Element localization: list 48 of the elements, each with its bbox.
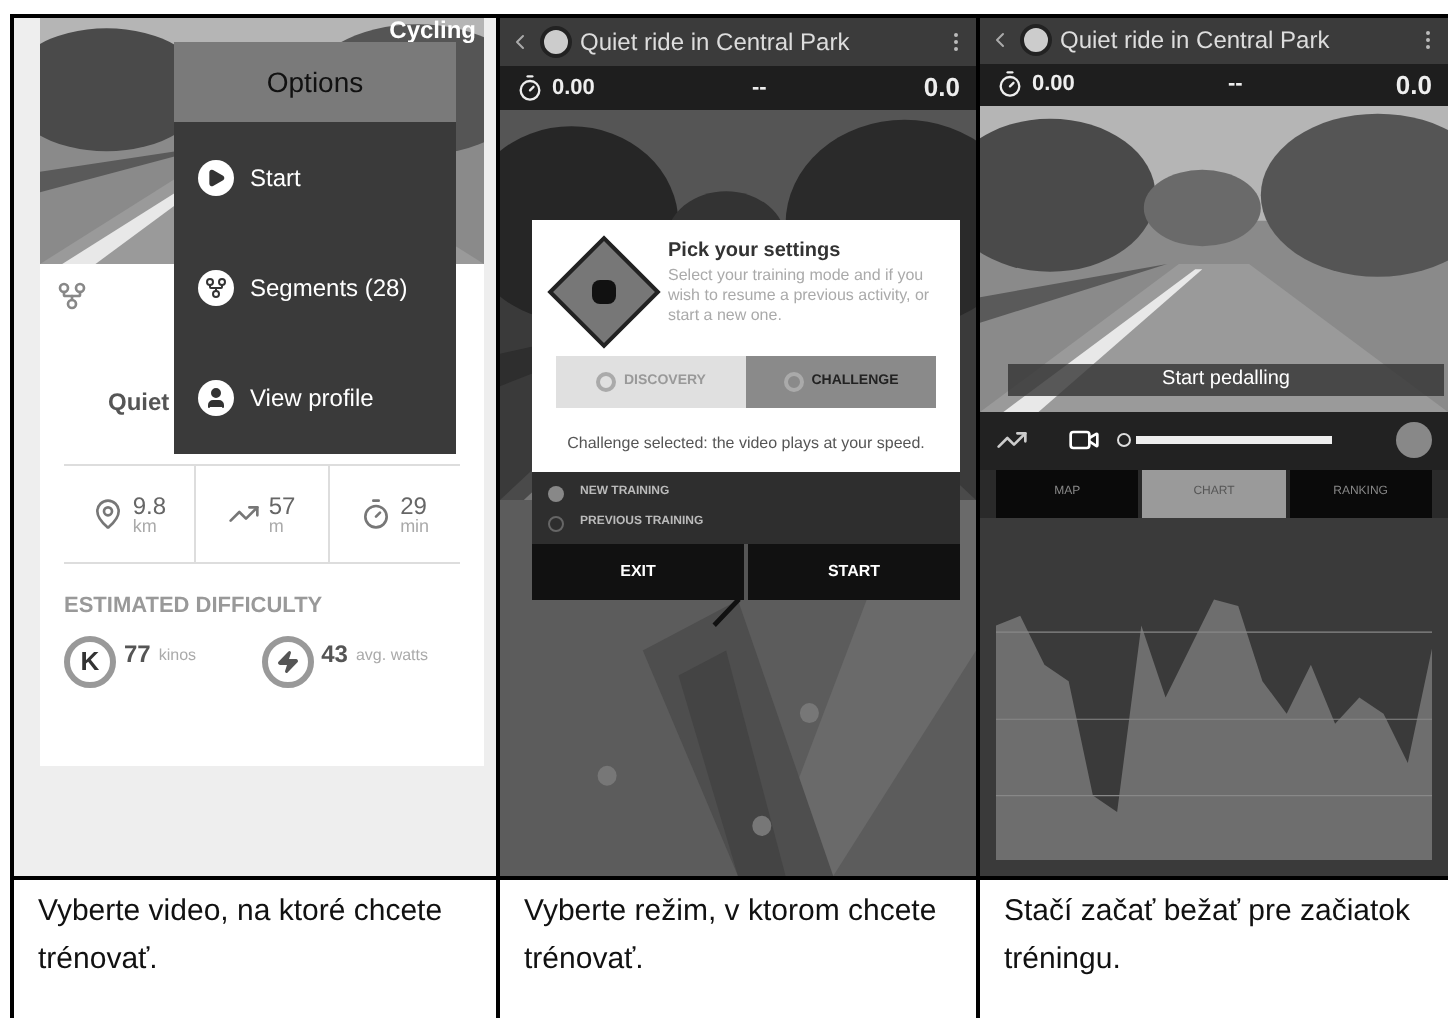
- ride-title: Quiet ride in Central Park: [1060, 24, 1332, 59]
- power-readout: --: [752, 73, 767, 104]
- route-icon: [92, 498, 125, 530]
- difficulty-unit: kinos: [158, 644, 197, 668]
- power-readout: --: [1228, 70, 1243, 101]
- k-badge-icon: K: [64, 636, 116, 688]
- stat-value: 29: [400, 493, 429, 517]
- dialog-text: Select your training mode and if you wish to resume a previous activity, or start a new one.: [668, 266, 932, 326]
- difficulty-value: 43: [321, 638, 348, 672]
- app-logo-icon: [540, 26, 572, 58]
- user-icon: [198, 380, 234, 417]
- start-banner: Start pedalling: [1008, 363, 1444, 396]
- stat-value: 57: [268, 493, 296, 517]
- app-logo-icon: [1020, 24, 1052, 57]
- stopwatch-icon: [996, 70, 1024, 99]
- speed-readout: 0.0: [1395, 67, 1432, 104]
- stat-unit: km: [132, 517, 159, 535]
- menu-item[interactable]: View profile: [174, 343, 456, 454]
- progress-track-icon: [1116, 432, 1336, 449]
- stat-unit: min: [400, 517, 430, 535]
- stat-unit: m: [268, 517, 286, 535]
- ride-title: Quiet ride in Central Park: [580, 26, 852, 60]
- play-icon: [198, 159, 234, 196]
- distance-readout: 0.00: [1032, 70, 1075, 101]
- category-label: Cycling: [389, 18, 476, 48]
- fork-icon: [56, 280, 88, 312]
- stopwatch-icon: [360, 498, 393, 530]
- dialog-title: Pick your settings: [668, 238, 843, 266]
- difficulty-value: 77: [124, 638, 151, 672]
- menu-item[interactable]: Segments (28): [174, 232, 456, 344]
- speed-readout: 0.0: [923, 70, 960, 107]
- caption: Vyberte režim, v ktorom chcete trénovať.: [524, 894, 937, 976]
- caption: Vyberte video, na ktoré chcete trénovať.: [38, 894, 443, 976]
- difficulty-unit: avg. watts: [355, 644, 428, 668]
- mode-note: Challenge selected: the video plays at your speed.: [565, 432, 927, 456]
- stat-value: 9.8: [132, 493, 166, 517]
- dialog-button[interactable]: START: [748, 544, 960, 600]
- fork-icon: [198, 269, 234, 306]
- distance-readout: 0.00: [552, 73, 595, 104]
- k-badge-icon: [1396, 422, 1432, 459]
- stopwatch-icon: [516, 74, 544, 102]
- dialog-button[interactable]: EXIT: [532, 544, 744, 600]
- menu-title: Options: [266, 63, 364, 102]
- difficulty-heading: ESTIMATED DIFFICULTY: [64, 594, 323, 618]
- caption: Stačí začať bežať pre začiatok tréningu.: [1004, 894, 1411, 976]
- lightning-icon: [261, 636, 314, 688]
- route-title: Quiet: [108, 386, 170, 420]
- menu-item[interactable]: Start: [174, 122, 456, 233]
